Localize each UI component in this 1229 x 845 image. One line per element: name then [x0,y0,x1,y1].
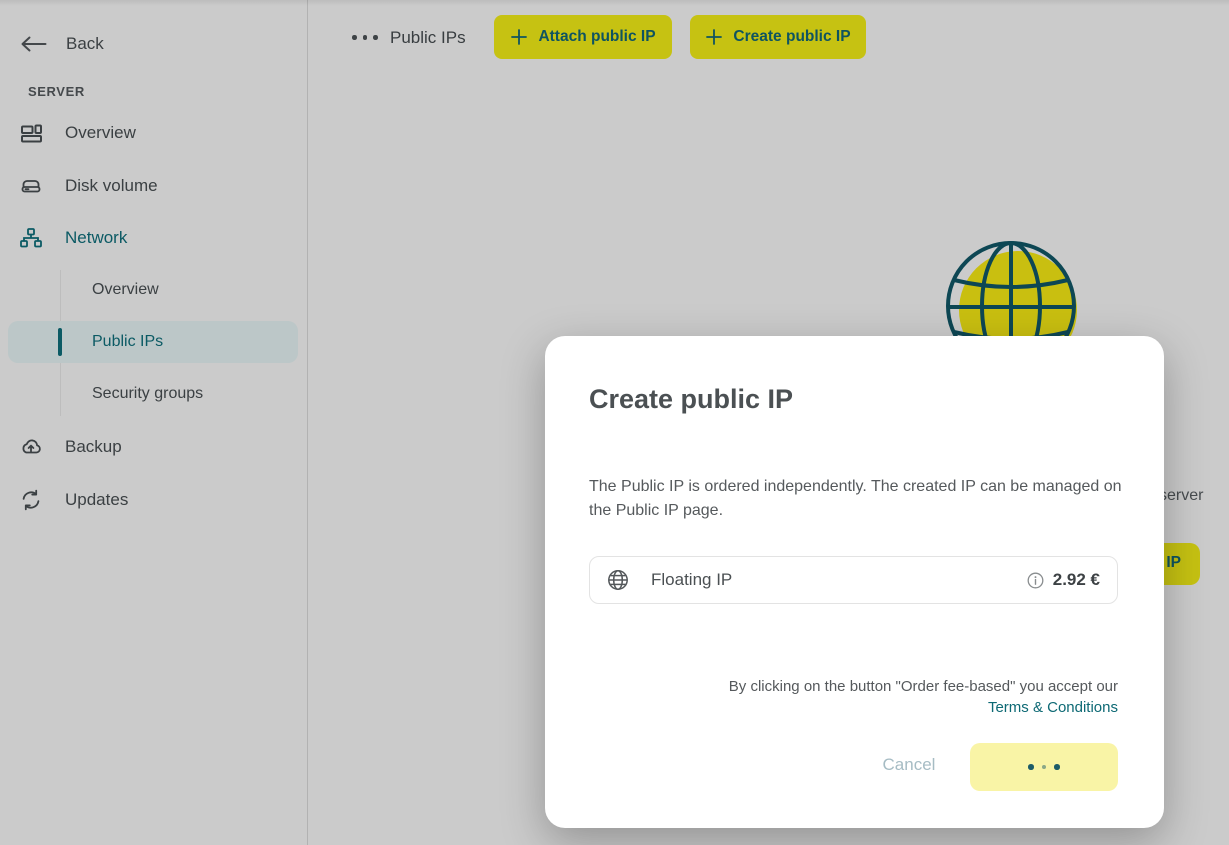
sidebar-divider [307,0,308,845]
cancel-button[interactable]: Cancel [863,753,955,777]
ip-price: 2.92 € [1053,570,1100,590]
ip-type-label: Floating IP [651,570,732,590]
disk-icon [19,174,43,198]
plus-icon [510,28,528,46]
info-icon[interactable] [1027,572,1044,589]
sidebar-item-updates[interactable]: Updates [0,480,306,520]
empty-state-button-label-fragment: IP [1166,554,1181,572]
sidebar-subitem-label: Public IPs [92,333,163,351]
dashboard-icon [19,121,43,145]
create-public-ip-button[interactable]: Create public IP [690,15,866,59]
sidebar-item-network[interactable]: Network [0,218,306,258]
sidebar-section-server: SERVER [28,84,85,99]
dialog-description-line1: The Public IP is ordered independently. … [589,475,1129,499]
sidebar-subitem-label: Security groups [92,385,203,403]
plus-icon [705,28,723,46]
globe-icon [607,569,629,591]
sidebar-subitem-public-ips[interactable]: Public IPs [0,324,306,360]
ip-type-select[interactable]: Floating IP 2.92 € [589,556,1118,604]
order-button-loading[interactable] [970,743,1118,791]
attach-public-ip-button[interactable]: Attach public IP [494,15,672,59]
sidebar-item-label: Backup [65,437,122,457]
terms-link[interactable]: Terms & Conditions [988,699,1118,716]
sidebar-item-label: Updates [65,490,128,510]
sidebar-item-label: Disk volume [65,176,158,196]
create-public-ip-dialog: Create public IP The Public IP is ordere… [545,336,1164,828]
terms-note: By clicking on the button "Order fee-bas… [729,676,1118,718]
page-title: Public IPs [390,28,466,48]
refresh-icon [19,488,43,512]
sidebar-item-overview[interactable]: Overview [0,113,306,153]
sidebar: Back SERVER Overview Disk volum [0,0,307,845]
dialog-description: The Public IP is ordered independently. … [589,475,1129,523]
dialog-description-line2: the Public IP page. [589,499,1129,523]
network-icon [19,226,43,250]
more-dots-icon [352,35,378,40]
back-arrow-icon [20,36,47,52]
server-network-page: Back SERVER Overview Disk volum [0,0,1229,845]
sidebar-item-label: Overview [65,123,136,143]
loading-dot [1028,764,1034,770]
loading-dot [1042,765,1047,770]
empty-state-text-fragment: server [1159,487,1203,505]
sidebar-item-disk-volume[interactable]: Disk volume [0,166,306,206]
ip-price-group: 2.92 € [1027,570,1100,590]
sidebar-item-backup[interactable]: Backup [0,427,306,467]
sidebar-subitem-security-groups[interactable]: Security groups [0,376,306,412]
sidebar-item-label: Network [65,228,127,248]
dialog-title: Create public IP [589,384,793,415]
loading-dot [1054,764,1060,770]
terms-prefix: By clicking on the button "Order fee-bas… [729,678,1118,695]
create-button-label: Create public IP [733,28,850,46]
sidebar-subitem-network-overview[interactable]: Overview [0,272,306,308]
back-label: Back [66,34,104,54]
attach-button-label: Attach public IP [538,28,655,46]
sidebar-subitem-label: Overview [92,281,159,299]
cloud-upload-icon [19,435,43,459]
back-button[interactable]: Back [20,26,104,62]
